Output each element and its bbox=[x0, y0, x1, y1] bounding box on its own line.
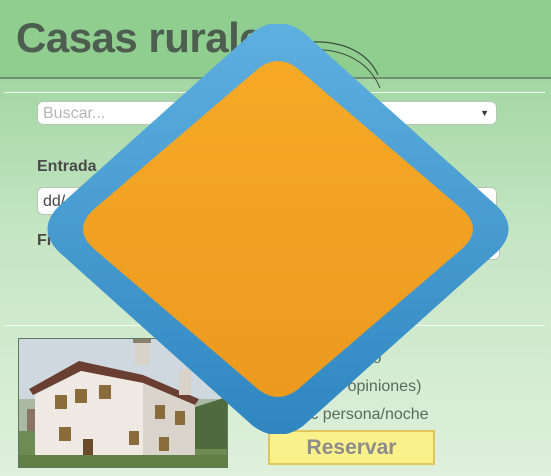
orange-diamond-icon bbox=[47, 24, 509, 434]
reserve-button[interactable]: Reservar bbox=[268, 430, 435, 465]
